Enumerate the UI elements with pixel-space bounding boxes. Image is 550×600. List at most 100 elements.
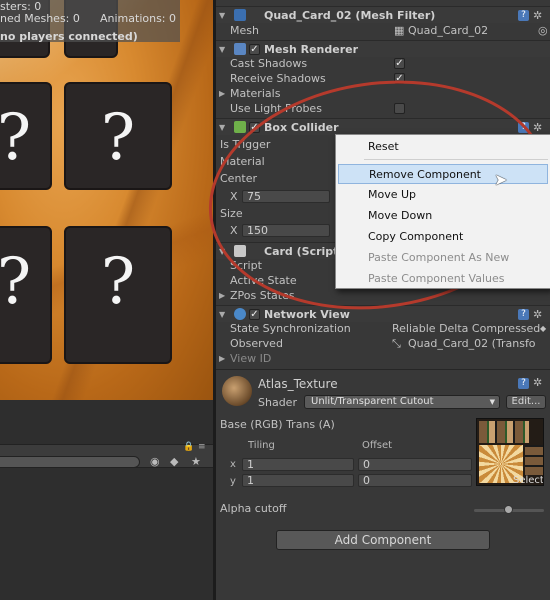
dropdown-arrow-icon[interactable]: ◆: [540, 321, 546, 336]
offset-x-field[interactable]: 0: [358, 458, 472, 471]
observed-value[interactable]: Quad_Card_02 (Transfo: [408, 336, 536, 351]
menu-separator: [364, 159, 548, 160]
edit-shader-button[interactable]: Edit...: [506, 395, 546, 409]
search-input[interactable]: [0, 456, 140, 468]
menu-item-move-down[interactable]: Move Down: [336, 206, 550, 226]
offset-y-field[interactable]: 0: [358, 474, 472, 487]
menu-item-copy-component[interactable]: Copy Component: [336, 227, 550, 247]
stats-line: Animations: 0: [100, 12, 177, 25]
help-icon[interactable]: ?: [518, 378, 529, 389]
alpha-cutoff-label: Alpha cutoff: [220, 502, 287, 515]
size-x-field[interactable]: 150: [242, 224, 330, 237]
card[interactable]: ?: [0, 226, 52, 364]
light-probes-row: Use Light Probes: [216, 101, 550, 116]
material-label: Material: [220, 155, 265, 168]
script-label: Script: [230, 259, 262, 272]
card[interactable]: ?: [64, 226, 172, 364]
material-preview-icon: [222, 376, 252, 406]
mesh-filter-icon: [234, 9, 246, 21]
star-icon[interactable]: ★: [191, 455, 201, 468]
mesh-row: Mesh ▦ Quad_Card_02 ◎: [216, 23, 550, 38]
cast-shadows-row: Cast Shadows ✓: [216, 56, 550, 71]
stats-overlay: sters: 0 ned Meshes: 0 Animations: 0 no …: [0, 0, 180, 43]
mesh-renderer-enabled-checkbox[interactable]: ✓: [249, 44, 260, 55]
stats-line: ned Meshes: 0: [0, 12, 80, 25]
base-texture-label: Base (RGB) Trans (A): [220, 418, 335, 431]
state-sync-label: State Synchronization: [230, 322, 351, 335]
x-axis-label: x: [230, 459, 236, 470]
network-view-enabled-checkbox[interactable]: ✓: [249, 309, 260, 320]
tiling-label: Tiling: [248, 440, 275, 451]
tiling-y-field[interactable]: 1: [242, 474, 354, 487]
help-icon[interactable]: ?: [518, 10, 529, 21]
fold-closed-icon[interactable]: ▶: [219, 288, 225, 303]
alpha-cutoff-slider-knob[interactable]: [504, 505, 513, 514]
materials-row[interactable]: ▶ Materials: [216, 86, 550, 101]
offset-label: Offset: [362, 440, 393, 451]
observed-row: Observed ⤡ Quad_Card_02 (Transfo: [216, 336, 550, 351]
zpos-states-row[interactable]: ▶ ZPos States: [216, 288, 550, 303]
network-view-header[interactable]: ▼ ✓ Network View ? ✲: [216, 305, 550, 322]
mesh-grid-icon: ▦: [394, 24, 405, 37]
card[interactable]: ?: [0, 82, 52, 190]
object-picker-icon[interactable]: ◎: [538, 23, 548, 38]
view-id-label: View ID: [230, 352, 272, 365]
center-x-label: X: [230, 190, 238, 203]
transform-icon: ⤡: [392, 337, 401, 350]
menu-item-paste-component-as-new[interactable]: Paste Component As New: [336, 248, 550, 268]
fold-open-icon[interactable]: ▼: [219, 7, 225, 24]
atlas-sprites-top: [479, 421, 529, 443]
help-icon[interactable]: ?: [518, 122, 529, 133]
box-collider-header[interactable]: ▼ ✓ Box Collider ? ✲: [216, 118, 550, 135]
state-sync-dropdown[interactable]: Reliable Delta Compressed: [392, 321, 540, 336]
texture-select-button[interactable]: Select: [513, 475, 543, 485]
menu-item-paste-component-values[interactable]: Paste Component Values: [336, 269, 550, 289]
add-component-button[interactable]: Add Component: [276, 530, 490, 550]
shader-dropdown[interactable]: Unlit/Transparent Cutout ▼: [304, 395, 500, 409]
menu-icon[interactable]: ≡: [198, 442, 206, 452]
mesh-filter-header[interactable]: ▼ Quad_Card_02 (Mesh Filter) ? ✲: [216, 6, 550, 23]
box-collider-icon: [234, 121, 246, 133]
view-id-row[interactable]: ▶ View ID: [216, 351, 550, 366]
mouse-cursor-icon: ➤: [494, 170, 508, 189]
gear-icon[interactable]: ✲: [533, 376, 542, 389]
observed-label: Observed: [230, 337, 283, 350]
lock-icon[interactable]: 🔒: [183, 442, 194, 452]
material-name: Atlas_Texture: [258, 377, 338, 391]
fold-closed-icon[interactable]: ▶: [219, 351, 225, 366]
label-icon[interactable]: ◆: [170, 455, 178, 468]
component-context-menu: Reset Remove Component Move Up Move Down…: [335, 134, 550, 289]
center-x-field[interactable]: 75: [242, 190, 330, 203]
card[interactable]: ?: [64, 82, 172, 190]
divider: [216, 369, 550, 370]
receive-shadows-row: Receive Shadows ✓: [216, 71, 550, 86]
materials-label: Materials: [230, 87, 281, 100]
shader-value: Unlit/Transparent Cutout: [311, 396, 434, 407]
help-icon[interactable]: ?: [518, 309, 529, 320]
fold-closed-icon[interactable]: ▶: [219, 86, 225, 101]
size-x-label: X: [230, 224, 238, 237]
atlas-sprites-side: [525, 445, 543, 475]
cast-shadows-label: Cast Shadows: [230, 57, 308, 70]
cast-shadows-checkbox[interactable]: ✓: [394, 58, 405, 69]
mesh-filter-title: Quad_Card_02 (Mesh Filter): [264, 9, 436, 22]
receive-shadows-label: Receive Shadows: [230, 72, 326, 85]
mesh-value[interactable]: Quad_Card_02: [408, 23, 488, 38]
tiling-x-field[interactable]: 1: [242, 458, 354, 471]
zpos-states-label: ZPos States: [230, 289, 295, 302]
light-probes-checkbox[interactable]: [394, 103, 405, 114]
shader-label: Shader: [258, 396, 297, 409]
inspector-panel: ▼ Quad_Card_02 (Mesh Filter) ? ✲ Mesh ▦ …: [216, 0, 550, 600]
menu-item-reset[interactable]: Reset: [336, 137, 550, 157]
gear-icon[interactable]: ✲: [533, 7, 542, 24]
receive-shadows-checkbox[interactable]: ✓: [394, 73, 405, 84]
menu-item-move-up[interactable]: Move Up: [336, 185, 550, 205]
y-axis-label: y: [230, 476, 236, 487]
fold-open-icon[interactable]: ▼: [219, 119, 225, 136]
texture-thumbnail[interactable]: Select: [476, 418, 544, 486]
box-collider-enabled-checkbox[interactable]: ✓: [249, 122, 260, 133]
filter-icon[interactable]: ◉: [150, 455, 160, 468]
mesh-renderer-header[interactable]: ▼ ✓ Mesh Renderer: [216, 40, 550, 57]
menu-item-remove-component[interactable]: Remove Component: [338, 164, 548, 184]
mesh-label: Mesh: [230, 24, 259, 37]
